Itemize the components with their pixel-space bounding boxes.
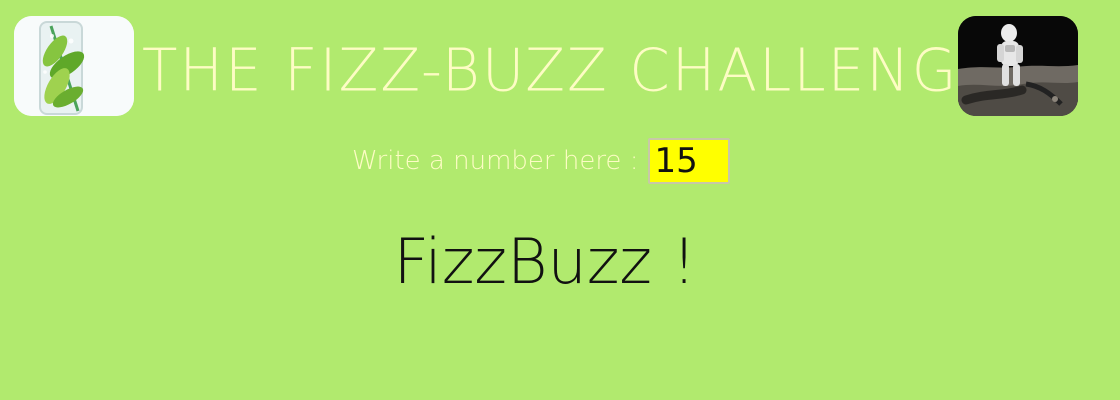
lime-soda-image [14, 16, 134, 116]
page-title: THE FIZZ-BUZZ CHALLENGE [142, 35, 998, 105]
number-input-label: Write a number here : [352, 146, 639, 176]
astronaut-image [958, 16, 1078, 116]
fizzbuzz-result: FizzBuzz ! [393, 225, 697, 298]
number-input-row: Write a number here : [352, 136, 731, 186]
page-header: THE FIZZ-BUZZ CHALLENGE [0, 0, 1120, 125]
number-input[interactable] [648, 138, 731, 184]
